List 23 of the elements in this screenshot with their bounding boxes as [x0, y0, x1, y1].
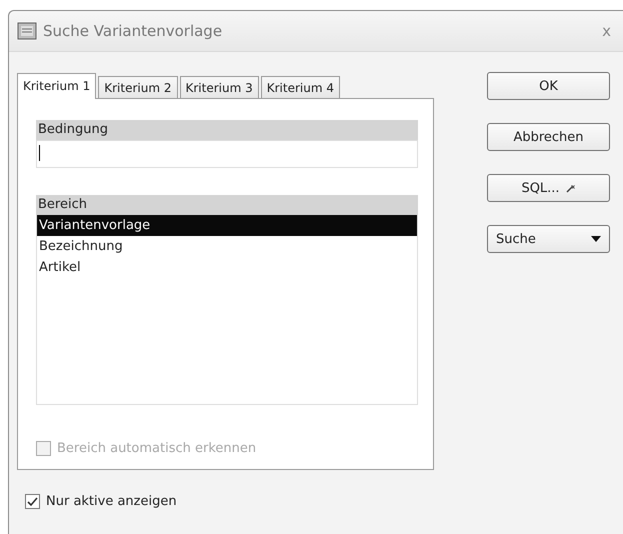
wand-icon [566, 184, 576, 192]
search-dropdown-button[interactable]: Suche [487, 225, 610, 253]
tab[interactable]: Kriterium 2 [98, 76, 178, 98]
field-label: Bedingung [36, 120, 418, 140]
tab[interactable]: Kriterium 3 [180, 76, 259, 98]
sql-button[interactable]: SQL... [487, 174, 610, 202]
cancel-button[interactable]: Abbrechen [487, 123, 610, 151]
list-item[interactable]: Artikel [37, 257, 417, 278]
checkmark-icon [27, 496, 38, 506]
list-item[interactable]: Bezeichnung [37, 236, 417, 257]
ok-button[interactable]: OK [487, 72, 610, 100]
caret-icon [591, 236, 601, 242]
condition-input-field[interactable] [36, 140, 418, 168]
checkbox-label: Nur aktive anzeigen [46, 494, 177, 509]
text-cursor [39, 145, 40, 161]
tab[interactable]: Kriterium 4 [260, 76, 340, 98]
window-title: Suche Variantenvorlage [43, 22, 224, 40]
list-item[interactable]: Variantenvorlage [37, 215, 417, 236]
checkbox[interactable] [25, 494, 40, 509]
list-header: Bereich [36, 195, 418, 215]
checkbox-label: Bereich automatisch erkennen [57, 441, 256, 456]
window-icon [17, 22, 37, 40]
tab[interactable]: Kriterium 1 [17, 73, 96, 99]
